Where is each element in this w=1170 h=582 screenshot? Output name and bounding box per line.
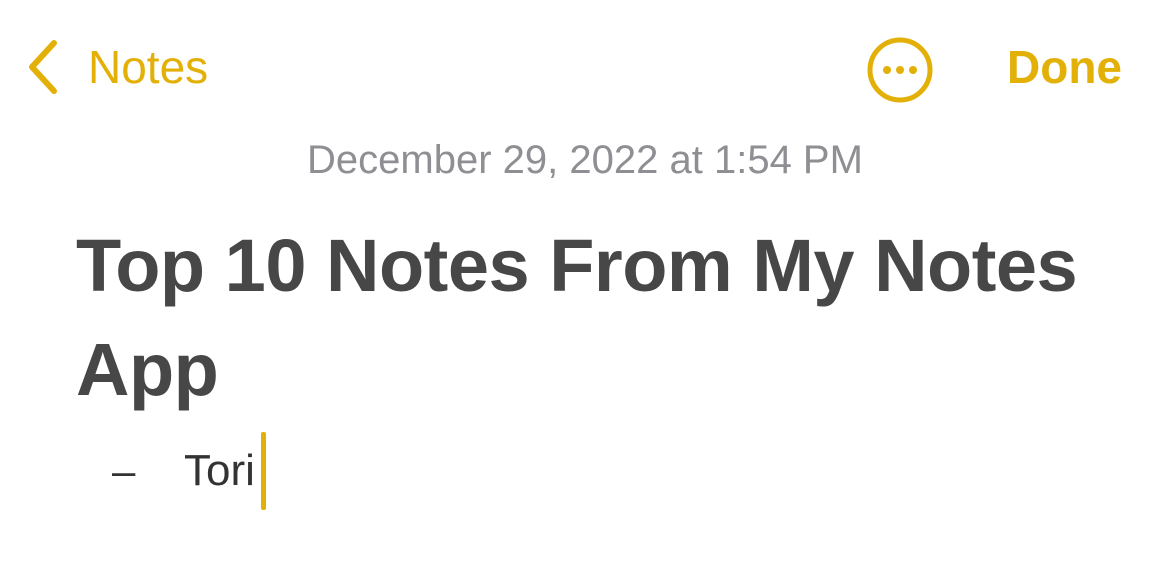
note-title[interactable]: Top 10 Notes From My Notes App xyxy=(76,214,1116,422)
done-button[interactable]: Done xyxy=(1007,34,1122,100)
ellipsis-circle-icon xyxy=(867,37,933,103)
note-bullet-line[interactable]: – Tori xyxy=(112,432,266,510)
chevron-left-icon xyxy=(29,40,57,94)
text-cursor xyxy=(260,432,266,510)
note-timestamp: December 29, 2022 at 1:54 PM xyxy=(307,138,863,182)
back-button-label: Notes xyxy=(88,41,209,93)
more-options-button[interactable] xyxy=(866,36,934,104)
navigation-bar: Notes Done xyxy=(0,0,1170,130)
back-button[interactable]: Notes xyxy=(22,34,208,100)
bullet-dash-marker: – xyxy=(112,447,136,494)
bullet-text[interactable]: Tori xyxy=(184,446,255,496)
